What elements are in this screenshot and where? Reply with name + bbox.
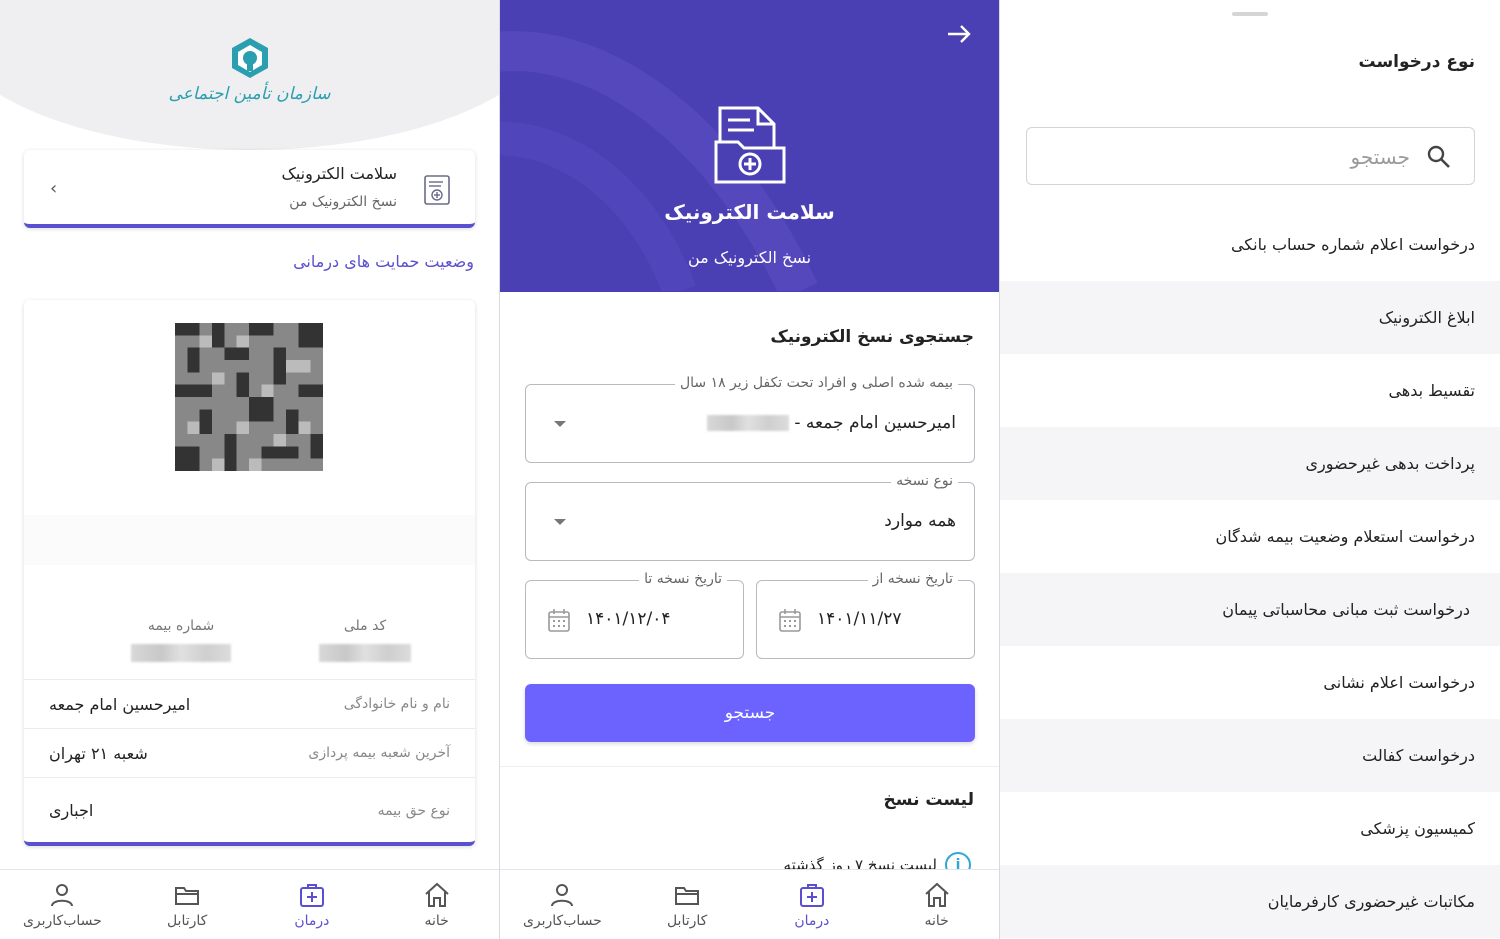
request-item[interactable]: درخواست کفالت — [1000, 719, 1500, 792]
type-value: همه موارد — [884, 511, 956, 531]
insured-person-select[interactable]: بیمه شده اصلی و افراد تحت تکفل زیر ۱۸ سا… — [525, 375, 975, 463]
folder-icon — [175, 886, 200, 905]
sheet-drag-handle[interactable] — [1232, 12, 1268, 16]
service-subtitle: نسخ الکترونیک من — [289, 194, 397, 210]
dropdown-arrow-icon — [554, 421, 566, 427]
insured-value: امیرحسین امام جمعه - — [706, 413, 956, 433]
row-label: نوع حق بیمه — [377, 802, 450, 819]
tamin-logo-icon — [231, 38, 268, 78]
organization-logo: سازمان تأمین اجتماعی — [0, 36, 499, 104]
nav-treatment[interactable]: درمان — [750, 870, 875, 939]
nav-cartable[interactable]: کارتابل — [125, 870, 250, 939]
request-item[interactable]: درخواست استعلام وضعیت بیمه شدگان — [1000, 500, 1500, 573]
qr-band — [24, 515, 475, 565]
info-row-name: نام و نام خانوادگی امیرحسین امام جمعه — [24, 679, 475, 728]
nav-treatment[interactable]: درمان — [250, 870, 375, 939]
service-title: سلامت الکترونیک — [281, 164, 397, 183]
home-icon — [924, 882, 949, 907]
request-type-sheet: نوع درخواست درخواست اعلام شماره حساب بان… — [1000, 0, 1500, 939]
nav-label: درمان — [294, 912, 330, 929]
row-label: آخرین شعبه بیمه پردازی — [308, 745, 450, 761]
national-code-label: کد ملی — [343, 618, 387, 634]
prescription-type-select[interactable]: نوع نسخه همه موارد — [525, 473, 975, 561]
nav-label: خانه — [424, 912, 449, 929]
date-to-value: ۱۴۰۱/۱۲/۰۴ — [586, 609, 671, 629]
folder-icon — [675, 886, 700, 905]
row-value: اجباری — [49, 801, 94, 820]
search-button[interactable]: جستجو — [525, 684, 975, 742]
row-label: نام و نام خانوادگی — [343, 696, 450, 712]
user-icon — [551, 883, 574, 906]
chevron-left-icon[interactable]: › — [50, 178, 57, 199]
medical-kit-icon — [799, 883, 824, 907]
nav-label: کارتابل — [166, 912, 208, 929]
nav-home[interactable]: خانه — [374, 870, 499, 939]
nav-label: حساب‌کاربری — [522, 912, 602, 929]
prescription-list-title: لیست نسخ — [883, 790, 974, 810]
insurance-info-card: کد ملی شماره بیمه نام و نام خانوادگی امی… — [24, 300, 475, 846]
sheet-title: نوع درخواست — [1358, 52, 1475, 72]
info-row-premium-type: نوع حق بیمه اجباری — [24, 777, 475, 842]
type-legend: نوع نسخه — [891, 473, 958, 489]
request-item[interactable]: مکاتبات غیرحضوری کارفرمایان — [1000, 865, 1500, 938]
back-arrow-icon[interactable] — [945, 20, 973, 48]
calendar-icon[interactable] — [548, 608, 570, 632]
request-item[interactable]: ابلاغ الکترونیک — [1000, 281, 1500, 354]
national-code-block: کد ملی — [285, 618, 445, 666]
treatment-support-status-link[interactable]: وضعیت حمایت های درمانی — [293, 252, 474, 271]
nav-label: کارتابل — [666, 912, 708, 929]
info-row-branch: آخرین شعبه بیمه پردازی شعبه ۲۱ تهران — [24, 728, 475, 777]
insurance-number-value-blurred — [131, 644, 231, 662]
nav-account[interactable]: حساب‌کاربری — [500, 870, 625, 939]
row-value: شعبه ۲۱ تهران — [49, 743, 148, 763]
nav-account[interactable]: حساب‌کاربری — [0, 870, 125, 939]
nav-home[interactable]: خانه — [874, 870, 999, 939]
dropdown-arrow-icon — [554, 519, 566, 525]
search-input[interactable] — [1070, 140, 1410, 174]
request-search-box — [1026, 127, 1475, 185]
date-from-value: ۱۴۰۱/۱۱/۲۷ — [817, 609, 902, 629]
search-icon[interactable] — [1426, 144, 1452, 170]
date-from-legend: تاریخ نسخه از — [867, 571, 958, 587]
nav-label: حساب‌کاربری — [22, 912, 102, 929]
search-heading: جستجوی نسخ الکترونیک — [770, 327, 974, 347]
logo-text: سازمان تأمین اجتماعی — [168, 84, 331, 104]
calendar-icon[interactable] — [779, 608, 801, 632]
request-item[interactable]: درخواست اعلام نشانی — [1000, 646, 1500, 719]
row-value: امیرحسین امام جمعه — [49, 694, 191, 714]
e-prescription-screen: سلامت الکترونیک نسخ الکترونیک من جستجوی … — [500, 0, 1000, 939]
national-code-value-blurred — [319, 644, 411, 662]
bottom-nav: خانه درمان کارتابل حساب‌کاربری — [500, 869, 999, 939]
qr-code — [175, 323, 323, 471]
user-icon — [51, 883, 74, 906]
prescription-folder-icon — [714, 106, 786, 184]
request-item[interactable]: کمیسیون پزشکی — [1000, 792, 1500, 865]
bottom-nav: خانه درمان کارتابل حساب‌کاربری — [0, 869, 499, 939]
e-health-header: سلامت الکترونیک نسخ الکترونیک من — [500, 0, 999, 292]
nav-label: خانه — [924, 912, 949, 929]
medical-kit-icon — [299, 883, 324, 907]
insurance-number-block: شماره بیمه — [101, 618, 261, 666]
home-icon — [424, 882, 449, 907]
date-to-legend: تاریخ نسخه تا — [639, 571, 727, 587]
header-title: سلامت الکترونیک — [664, 200, 835, 224]
request-item[interactable]: پرداخت بدهی غیرحضوری — [1000, 427, 1500, 500]
date-to-field[interactable]: تاریخ نسخه تا ۱۴۰۱/۱۲/۰۴ — [525, 571, 744, 659]
nav-label: درمان — [794, 912, 830, 929]
request-item[interactable]: درخواست ثبت مبانی محاسباتی پیمان — [1000, 573, 1500, 646]
insured-id-blurred — [706, 415, 789, 431]
request-item[interactable]: درخواست اعلام شماره حساب بانکی — [1000, 208, 1500, 281]
profile-screen: سازمان تأمین اجتماعی سلامت الکترونیک نسخ… — [0, 0, 500, 939]
divider — [500, 766, 999, 767]
e-health-service-card[interactable]: سلامت الکترونیک نسخ الکترونیک من › — [24, 150, 475, 228]
header-subtitle: نسخ الکترونیک من — [687, 248, 812, 267]
request-item[interactable]: تقسیط بدهی — [1000, 354, 1500, 427]
insurance-number-label: شماره بیمه — [147, 618, 215, 634]
nav-cartable[interactable]: کارتابل — [625, 870, 750, 939]
insured-legend: بیمه شده اصلی و افراد تحت تکفل زیر ۱۸ سا… — [674, 375, 958, 391]
date-from-field[interactable]: تاریخ نسخه از ۱۴۰۱/۱۱/۲۷ — [756, 571, 975, 659]
prescription-folder-icon — [424, 175, 450, 205]
